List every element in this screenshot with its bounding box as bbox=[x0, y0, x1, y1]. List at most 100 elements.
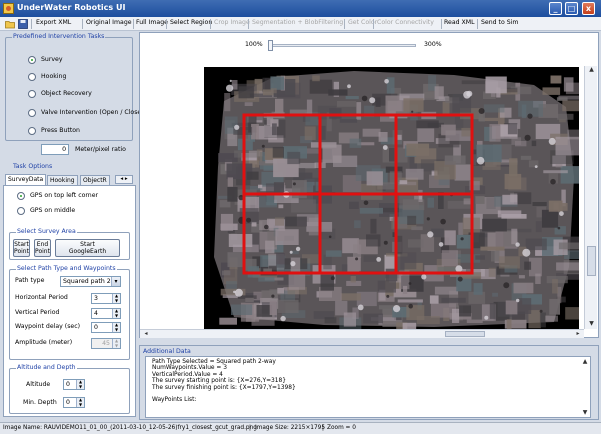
min-depth-input[interactable]: 0 ▲ ▼ bbox=[63, 397, 85, 408]
seabed-texture-patch bbox=[234, 150, 260, 158]
tab-objectr[interactable]: ObjectR bbox=[80, 175, 110, 185]
vertical-period-input[interactable]: 4 ▲ ▼ bbox=[91, 308, 121, 319]
tab-scroll-arrows[interactable]: ◂ ▸ bbox=[115, 175, 133, 184]
log-line: WayPoints List: bbox=[152, 397, 197, 404]
close-button[interactable]: x bbox=[582, 2, 595, 15]
radio-circle[interactable] bbox=[28, 90, 36, 98]
minimize-button[interactable]: _ bbox=[549, 2, 562, 15]
vertical-scrollbar[interactable]: ▲ ▼ bbox=[584, 66, 597, 329]
seabed-texture-patch bbox=[389, 147, 395, 162]
spin-arrows-icon[interactable]: ▲ ▼ bbox=[76, 397, 84, 407]
export-xml-button[interactable]: Export XML bbox=[36, 19, 71, 26]
zoom-slider-track[interactable] bbox=[268, 44, 416, 47]
start-googleearth-button[interactable]: Start GoogleEarth bbox=[55, 239, 120, 257]
select-region-button[interactable]: Select Region bbox=[170, 19, 212, 26]
seabed-mosaic-image[interactable] bbox=[204, 67, 579, 329]
save-icon[interactable] bbox=[18, 19, 28, 29]
survey-area-group: Select Survey Area Start Point End Point… bbox=[9, 228, 130, 260]
scroll-down-icon[interactable]: ▼ bbox=[581, 409, 589, 417]
status-divider: | bbox=[249, 425, 251, 431]
start-point-button[interactable]: Start Point bbox=[13, 239, 30, 257]
seabed-texture-patch bbox=[377, 280, 396, 293]
amplitude-input[interactable]: 45 ▲ ▼ bbox=[91, 338, 121, 349]
scroll-up-icon[interactable]: ▲ bbox=[587, 66, 596, 75]
seabed-texture-patch bbox=[347, 256, 361, 273]
status-bar: Image Name: RAUVIDEMO11_01_00_(2011-03-1… bbox=[0, 422, 601, 434]
radio-circle[interactable] bbox=[28, 109, 36, 117]
seabed-texture-patch bbox=[461, 127, 471, 137]
task-options-title: Task Options bbox=[13, 163, 53, 170]
radio-circle[interactable] bbox=[17, 192, 25, 200]
tab-hooking[interactable]: Hooking bbox=[47, 175, 78, 185]
seabed-texture-patch bbox=[517, 298, 532, 314]
chevron-down-icon[interactable]: ▾ bbox=[111, 277, 120, 286]
radio-circle[interactable] bbox=[28, 127, 36, 135]
spin-arrows-icon[interactable]: ▲ ▼ bbox=[112, 308, 120, 318]
spin-arrows-icon[interactable]: ▲ ▼ bbox=[112, 293, 120, 303]
read-xml-button[interactable]: Read XML bbox=[444, 19, 475, 26]
seabed-speck bbox=[557, 226, 561, 230]
seabed-texture-patch bbox=[406, 143, 430, 156]
zoom-slider-thumb[interactable] bbox=[268, 40, 273, 51]
waypoint-delay-label: Waypoint delay (sec) bbox=[15, 323, 81, 330]
zoom-max-label: 300% bbox=[424, 41, 442, 48]
crop-image-button[interactable]: Crop Image bbox=[214, 19, 250, 26]
seabed-texture-patch bbox=[475, 255, 485, 260]
seabed-texture-patch bbox=[324, 317, 337, 324]
horizontal-period-input[interactable]: 3 ▲ ▼ bbox=[91, 293, 121, 304]
seabed-texture-patch bbox=[251, 222, 257, 227]
seabed-speck bbox=[386, 294, 390, 298]
tab-surveydata[interactable]: SurveyData bbox=[5, 174, 47, 185]
original-image-button[interactable]: Original Image bbox=[86, 19, 132, 26]
seabed-speck bbox=[382, 145, 388, 150]
toolbar-separator bbox=[210, 19, 211, 29]
seabed-texture-patch bbox=[463, 198, 471, 205]
seabed-texture-patch bbox=[459, 305, 471, 317]
horizontal-scroll-thumb[interactable] bbox=[445, 331, 485, 337]
toolbar-separator bbox=[373, 19, 374, 29]
meter-ratio-input[interactable]: 0 bbox=[41, 144, 69, 155]
altitude-value: 0 bbox=[66, 381, 70, 388]
scroll-up-icon[interactable]: ▲ bbox=[581, 358, 589, 366]
radio-label: GPS on top left corner bbox=[30, 192, 99, 199]
seabed-speck bbox=[527, 113, 533, 119]
send-to-sim-button[interactable]: Send to Sim bbox=[481, 19, 518, 26]
window-title: UnderWater Robotics UI bbox=[17, 3, 126, 12]
spin-arrows-icon[interactable]: ▲ ▼ bbox=[76, 379, 84, 389]
vertical-scroll-thumb[interactable] bbox=[587, 246, 596, 276]
altitude-input[interactable]: 0 ▲ ▼ bbox=[63, 379, 85, 390]
horizontal-scrollbar[interactable]: ◂ ▸ bbox=[140, 329, 584, 338]
zoom-min-label: 100% bbox=[245, 41, 263, 48]
survey-area-title: Select Survey Area bbox=[16, 228, 77, 236]
seabed-texture-patch bbox=[560, 166, 579, 184]
seabed-speck bbox=[548, 137, 556, 145]
seabed-texture-patch bbox=[272, 123, 277, 136]
altitude-depth-group: Altitude and Depth Altitude 0 ▲ ▼ Min. De… bbox=[9, 364, 130, 414]
toolbar-separator bbox=[133, 19, 134, 29]
radio-label: Object Recovery bbox=[41, 90, 92, 97]
scroll-down-icon[interactable]: ▼ bbox=[587, 320, 596, 329]
seabed-mosaic-svg bbox=[214, 71, 579, 329]
radio-circle[interactable] bbox=[17, 207, 25, 215]
waypoint-delay-input[interactable]: 0 ▲ ▼ bbox=[91, 322, 121, 333]
radio-circle[interactable] bbox=[28, 73, 36, 81]
scroll-left-icon[interactable]: ◂ bbox=[142, 330, 150, 338]
spin-arrows-icon[interactable]: ▲ ▼ bbox=[112, 338, 120, 348]
seabed-texture-patch bbox=[489, 303, 496, 319]
path-group: Select Path Type and Waypoints Path type… bbox=[9, 265, 130, 360]
maximize-button[interactable]: □ bbox=[565, 2, 578, 15]
color-connectivity-button[interactable]: Color Connectivity bbox=[377, 19, 434, 26]
spin-arrows-icon[interactable]: ▲ ▼ bbox=[112, 322, 120, 332]
scroll-right-icon[interactable]: ▸ bbox=[574, 330, 582, 338]
seabed-texture-patch bbox=[545, 315, 558, 322]
open-folder-icon[interactable] bbox=[5, 19, 15, 29]
path-type-select[interactable]: Squared path 2- ▾ bbox=[60, 276, 121, 287]
seabed-texture-patch bbox=[405, 168, 424, 180]
radio-circle[interactable] bbox=[28, 56, 36, 64]
segmentation-button[interactable]: Segmentation + BlobFiltering bbox=[252, 19, 343, 26]
end-point-button[interactable]: End Point bbox=[34, 239, 51, 257]
additional-data-textbox[interactable]: Path Type Selected = Squared path 2-way … bbox=[145, 356, 591, 418]
seabed-speck bbox=[455, 265, 463, 273]
toolbar-separator bbox=[82, 19, 83, 29]
full-image-button[interactable]: Full Image bbox=[136, 19, 168, 26]
